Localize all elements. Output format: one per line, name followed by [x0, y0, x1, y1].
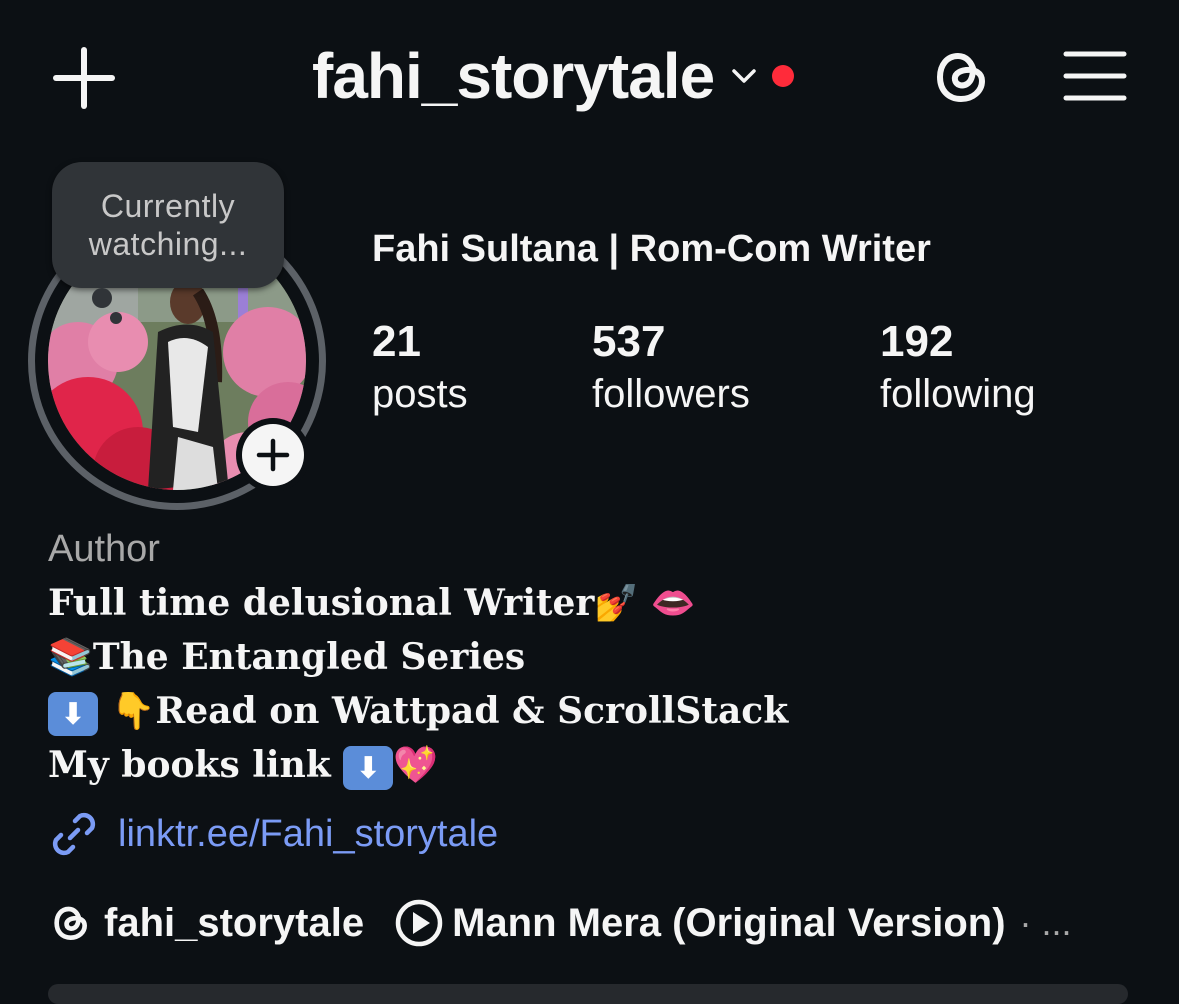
books-emoji: 📚 — [48, 637, 93, 678]
pointing-down-emoji: 👇 — [110, 691, 156, 732]
create-button[interactable] — [52, 46, 116, 110]
down-arrow-emoji: ⬇ — [48, 692, 98, 736]
plus-icon — [256, 438, 290, 472]
menu-button[interactable] — [1062, 48, 1128, 104]
note-line-2: watching... — [88, 226, 248, 262]
bio-text: Read on Wattpad & ScrollStack — [155, 690, 789, 732]
profile-category: Author — [48, 528, 160, 570]
display-name: Fahi Sultana | Rom-Com Writer — [372, 228, 931, 270]
play-circle-icon — [395, 899, 443, 947]
threads-icon — [54, 906, 88, 941]
bio-line-3: ⬇ 👇Read on Wattpad & ScrollStack — [48, 690, 788, 736]
following-count: 192 — [880, 317, 954, 366]
add-story-button[interactable] — [236, 418, 310, 492]
followers-label: followers — [592, 372, 750, 416]
threads-button[interactable] — [930, 44, 996, 110]
more-ellipsis: · ... — [1019, 902, 1072, 943]
notification-dot — [772, 65, 795, 87]
posts-stat[interactable]: 21 posts — [372, 316, 468, 420]
bio-line-1: Full time delusional Writer💅 👄 — [48, 582, 695, 624]
music-link[interactable]: Mann Mera (Original Version) — [394, 898, 1006, 948]
bio-text: Full time delusional Writer — [48, 582, 595, 624]
link-icon — [52, 812, 96, 856]
followers-count: 537 — [592, 317, 666, 366]
followers-stat[interactable]: 537 followers — [592, 316, 750, 420]
threads-profile-link[interactable]: fahi_storytale — [50, 901, 364, 946]
nail-lips-emoji: 💅 👄 — [594, 583, 696, 624]
note-line-1: Currently — [100, 188, 236, 224]
note-tail — [92, 288, 112, 308]
bio-text: My books link — [48, 744, 344, 786]
action-bar-edge — [48, 984, 1128, 1004]
bio-line-4: My books link ⬇ 💖 — [48, 744, 438, 790]
following-label: following — [880, 372, 1036, 416]
music-title: Mann Mera (Original Version) — [452, 900, 1006, 945]
sparkling-heart-emoji: 💖 — [393, 745, 439, 786]
following-stat[interactable]: 192 following — [880, 316, 1036, 420]
chevron-down-icon — [732, 69, 756, 83]
posts-count: 21 — [372, 317, 421, 366]
bio-text: The Entangled Series — [92, 636, 526, 678]
posts-label: posts — [372, 372, 468, 416]
down-arrow-emoji: ⬇ — [343, 746, 394, 790]
threads-username: fahi_storytale — [104, 900, 365, 945]
note-tail-small — [110, 312, 122, 324]
plus-icon — [53, 47, 115, 109]
threads-icon — [936, 52, 986, 103]
profile-footer-row: fahi_storytale Mann Mera (Original Versi… — [50, 898, 1072, 948]
bio-link-text[interactable]: linktr.ee/Fahi_storytale — [118, 813, 498, 856]
username: fahi_storytale — [312, 40, 715, 112]
note-bubble[interactable]: Currently watching... — [52, 162, 284, 288]
account-switcher[interactable]: fahi_storytale — [312, 36, 795, 116]
hamburger-menu-icon — [1063, 51, 1127, 101]
bio-line-2: 📚The Entangled Series — [48, 636, 525, 678]
bio-link[interactable]: linktr.ee/Fahi_storytale — [48, 808, 498, 860]
